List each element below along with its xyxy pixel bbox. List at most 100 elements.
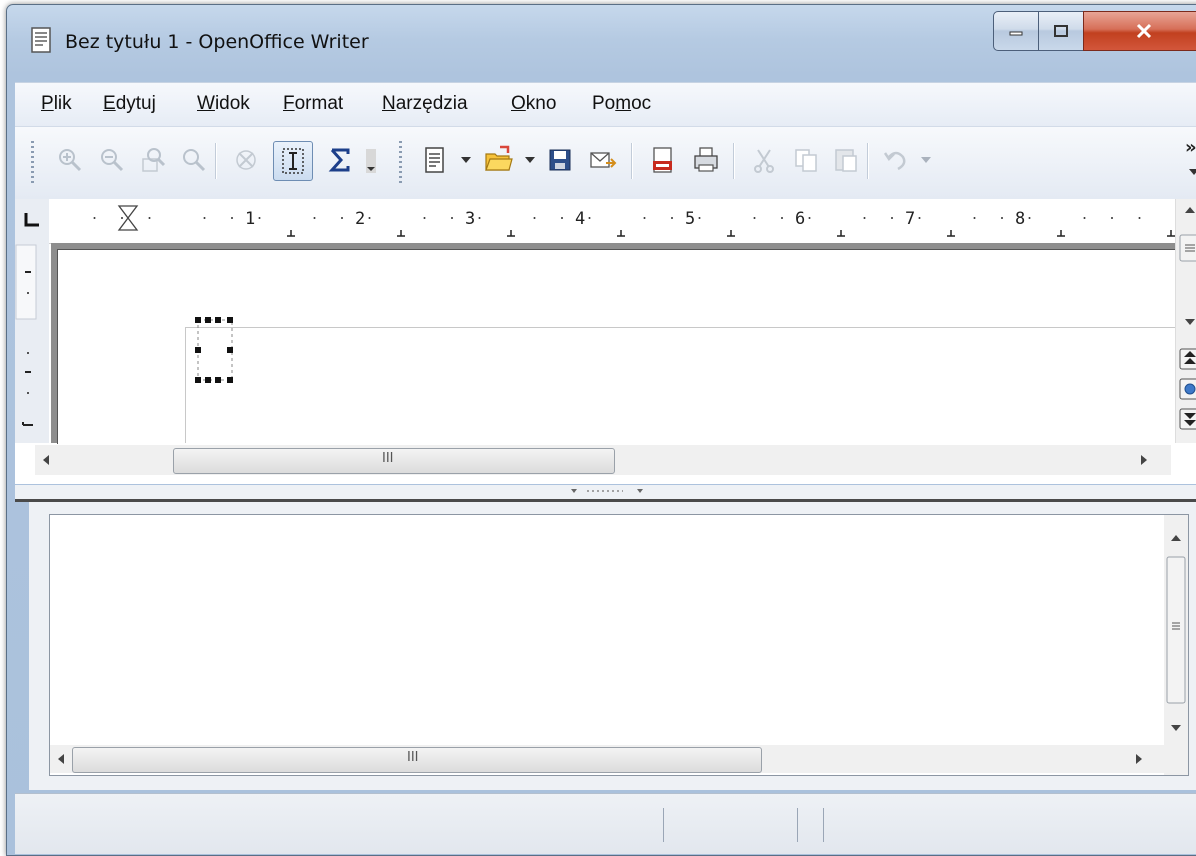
minimize-button[interactable] <box>993 11 1039 51</box>
ruler-tick <box>973 217 976 219</box>
menu-format[interactable]: Format <box>283 93 343 115</box>
undo-icon[interactable] <box>881 145 911 175</box>
cut-icon[interactable] <box>749 145 779 175</box>
text-boundary <box>185 327 186 443</box>
data-source-pane: III <box>29 502 1196 790</box>
toolbar-grip[interactable] <box>31 141 34 183</box>
scroll-right-icon[interactable] <box>1130 745 1150 773</box>
ruler-tick <box>1138 217 1141 219</box>
sum-icon[interactable] <box>325 145 355 175</box>
tab-stop-marker[interactable] <box>287 230 295 237</box>
vertical-scrollbar[interactable] <box>1164 515 1188 775</box>
maximize-button[interactable] <box>1038 11 1084 51</box>
ruler-tick <box>561 217 563 219</box>
ruler-tick <box>451 217 453 219</box>
zoom-out-icon[interactable] <box>97 145 127 175</box>
email-icon[interactable] <box>587 145 617 175</box>
menu-accel: E <box>103 93 116 114</box>
zoom-width-icon[interactable] <box>179 145 209 175</box>
minimize-icon <box>1009 31 1023 36</box>
vertical-scrollbar[interactable] <box>1175 199 1196 443</box>
chevron-down-icon[interactable] <box>461 157 471 163</box>
chevron-down-icon[interactable] <box>1189 169 1196 175</box>
horizontal-scrollbar[interactable]: III <box>35 445 1171 475</box>
selected-frame[interactable] <box>193 315 237 385</box>
tab-stop-marker[interactable] <box>1167 230 1175 237</box>
scrollbar-thumb[interactable]: III <box>173 448 615 474</box>
horizontal-ruler[interactable]: 1 2 3 4 5 6 7 8 <box>49 199 1175 244</box>
zoom-page-icon[interactable] <box>139 145 169 175</box>
ruler-tick <box>93 217 96 219</box>
paste-icon[interactable] <box>831 145 861 175</box>
menu-label: oc <box>631 93 652 114</box>
tab-stop-marker[interactable] <box>1057 230 1065 237</box>
menu-window[interactable]: Okno <box>511 93 556 115</box>
close-icon <box>1136 23 1152 39</box>
scrollbar-thumb[interactable]: III <box>72 747 762 773</box>
ruler-tick <box>643 217 646 219</box>
vertical-ruler[interactable] <box>15 243 49 443</box>
menu-tools[interactable]: Narzędzia <box>382 93 468 115</box>
menu-edit[interactable]: Edytuj <box>103 93 156 115</box>
tab-stop-marker[interactable] <box>507 230 515 237</box>
copy-icon[interactable] <box>791 145 821 175</box>
refresh-icon[interactable] <box>231 145 261 175</box>
ruler-number: 3 <box>465 209 476 229</box>
menu-label: arzędzia <box>395 93 468 114</box>
ruler-tick <box>478 217 481 219</box>
pdf-export-icon[interactable] <box>647 145 677 175</box>
standard-toolbar: » <box>15 126 1196 200</box>
new-document-icon[interactable] <box>419 145 449 175</box>
pane-splitter[interactable] <box>15 485 1196 502</box>
ruler-tick <box>231 217 233 219</box>
ruler-number: 6 <box>795 209 806 229</box>
vertical-ruler-ticks <box>15 244 37 426</box>
maximize-icon <box>1054 25 1068 37</box>
menu-accel: O <box>511 93 526 114</box>
ruler-tick <box>121 217 123 219</box>
tab-stop-marker[interactable] <box>947 230 955 237</box>
text-cursor-button[interactable] <box>273 141 313 181</box>
toolbar-separator <box>733 143 734 179</box>
scroll-left-icon[interactable] <box>50 745 70 773</box>
menu-label: idok <box>214 93 250 114</box>
save-icon[interactable] <box>545 145 575 175</box>
menu-file[interactable]: Plik <box>41 93 72 115</box>
tab-stop-marker[interactable] <box>727 230 735 237</box>
chevron-down-icon[interactable] <box>921 157 931 163</box>
tab-stop-marker[interactable] <box>397 230 405 237</box>
document-area: 1 2 3 4 5 6 7 8 III <box>15 199 1196 484</box>
menu-view[interactable]: Widok <box>197 93 250 115</box>
menu-accel: m <box>615 93 632 114</box>
print-icon[interactable] <box>691 145 721 175</box>
data-source-view[interactable]: III <box>49 514 1189 776</box>
menu-label-pre: Po <box>592 93 616 114</box>
tab-stop-marker[interactable] <box>617 230 625 237</box>
toolbar-grip[interactable] <box>399 141 402 183</box>
tab-type-selector[interactable] <box>15 199 50 243</box>
ruler-tick <box>258 217 261 219</box>
ruler-number: 2 <box>355 209 366 229</box>
menu-bar: Plik Edytuj Widok Format Narzędzia Okno … <box>15 82 1196 127</box>
ruler-tick <box>313 217 316 219</box>
ruler-number: 4 <box>575 209 586 229</box>
ruler-tick <box>423 217 426 219</box>
close-button[interactable] <box>1083 11 1196 51</box>
toolbar-dropdown[interactable] <box>361 145 381 175</box>
scroll-right-icon[interactable] <box>1135 445 1155 475</box>
scroll-left-icon[interactable] <box>35 445 55 475</box>
tab-stop-marker[interactable] <box>837 230 845 237</box>
menu-help[interactable]: Pomoc <box>592 93 651 115</box>
menu-label: ormat <box>294 93 344 114</box>
zoom-in-icon[interactable] <box>55 145 85 175</box>
open-folder-icon[interactable] <box>483 145 513 175</box>
thumb-grip: III <box>407 750 419 765</box>
status-separator <box>823 808 824 842</box>
toolbar-overflow-button[interactable]: » <box>1185 137 1196 158</box>
navigator-icon <box>1184 383 1196 395</box>
menu-accel: F <box>283 93 295 114</box>
title-bar[interactable]: Bez tytułu 1 - OpenOffice Writer <box>7 5 1196 81</box>
chevron-down-icon[interactable] <box>525 157 535 163</box>
horizontal-scrollbar[interactable]: III <box>50 745 1164 773</box>
ruler-tick <box>753 217 756 219</box>
